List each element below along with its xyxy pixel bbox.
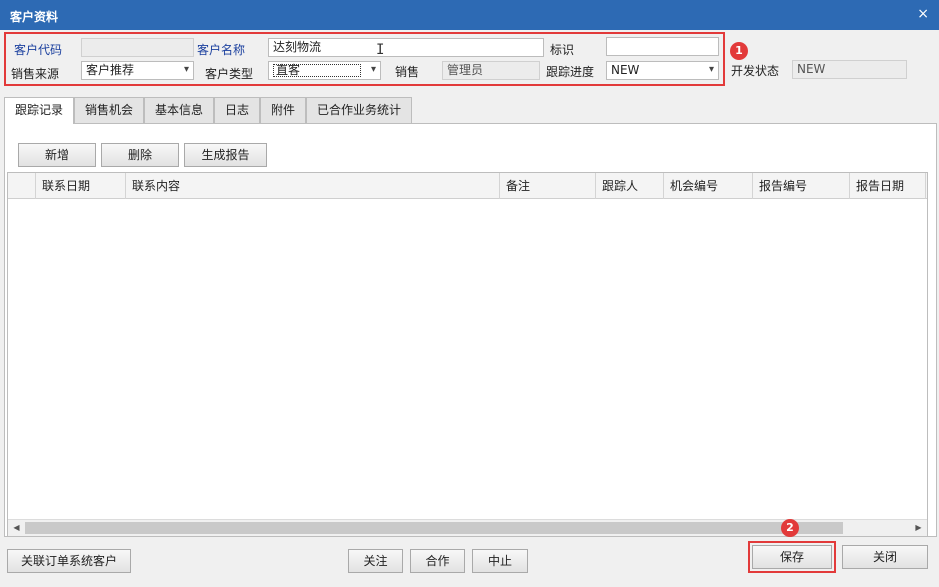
col-header-remarks[interactable]: 备注 [500, 173, 596, 199]
table-header: 联系日期 联系内容 备注 跟踪人 机会编号 报告编号 报告日期 [8, 173, 927, 199]
follow-button[interactable]: 关注 [348, 549, 403, 573]
window-titlebar: 客户资料 × [0, 0, 939, 30]
tab-cooperation-stats[interactable]: 已合作业务统计 [306, 97, 412, 123]
close-button[interactable]: 关闭 [842, 545, 928, 569]
tab-follow-records[interactable]: 跟踪记录 [4, 97, 74, 124]
col-header-contact-date[interactable]: 联系日期 [36, 173, 126, 199]
window-title: 客户资料 [10, 10, 59, 24]
cooperate-button[interactable]: 合作 [410, 549, 465, 573]
add-button[interactable]: 新增 [18, 143, 96, 167]
delete-button[interactable]: 删除 [101, 143, 179, 167]
tab-attachments[interactable]: 附件 [260, 97, 306, 123]
tab-log[interactable]: 日志 [214, 97, 260, 123]
close-icon[interactable]: × [917, 6, 929, 22]
records-table: 联系日期 联系内容 备注 跟踪人 机会编号 报告编号 报告日期 ◀ ▶ [7, 172, 928, 537]
col-header-report-no[interactable]: 报告编号 [753, 173, 850, 199]
col-header-contact-content[interactable]: 联系内容 [126, 173, 500, 199]
annotation-badge-2: 2 [781, 519, 799, 537]
link-order-customer-button[interactable]: 关联订单系统客户 [7, 549, 131, 573]
col-header-opportunity-no[interactable]: 机会编号 [664, 173, 753, 199]
col-header-follower[interactable]: 跟踪人 [596, 173, 664, 199]
tab-sales-opportunity[interactable]: 销售机会 [74, 97, 144, 123]
form-highlight-box [4, 32, 725, 86]
annotation-badge-1: 1 [730, 42, 748, 60]
generate-report-button[interactable]: 生成报告 [184, 143, 267, 167]
scroll-right-icon[interactable]: ▶ [910, 520, 927, 536]
col-header-select[interactable] [8, 173, 36, 199]
dev-status-field[interactable]: NEW [792, 60, 907, 79]
stop-button[interactable]: 中止 [472, 549, 528, 573]
scrollbar-thumb[interactable] [25, 522, 843, 534]
scroll-left-icon[interactable]: ◀ [8, 520, 25, 536]
save-highlight-box [748, 541, 836, 573]
col-header-report-date[interactable]: 报告日期 [850, 173, 926, 199]
dev-status-label: 开发状态 [731, 64, 780, 78]
tab-basic-info[interactable]: 基本信息 [144, 97, 214, 123]
